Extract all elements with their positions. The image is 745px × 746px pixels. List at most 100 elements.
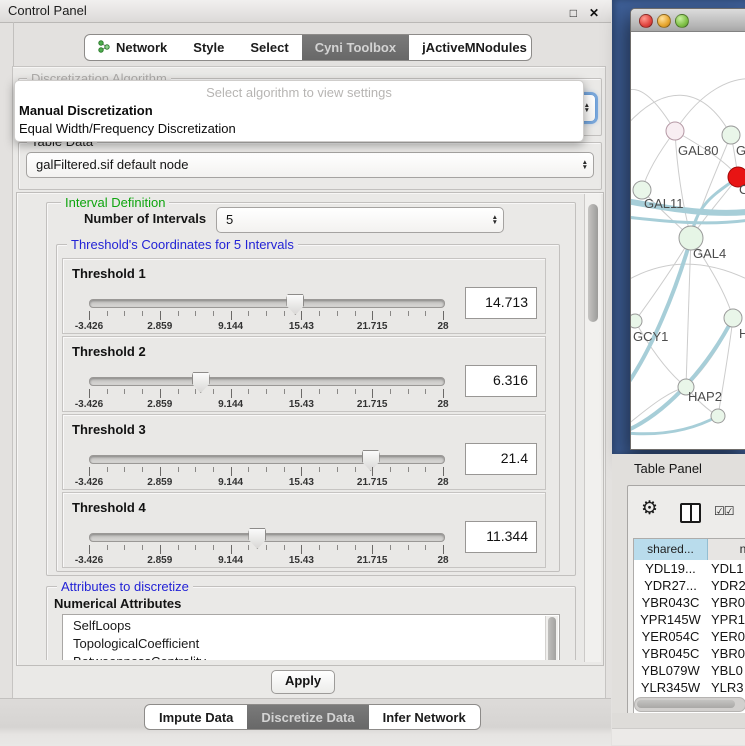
tick-label: -3.426	[75, 477, 103, 488]
tab-infer-network[interactable]: Infer Network	[369, 705, 480, 729]
tab-network[interactable]: Network	[85, 35, 180, 60]
network-node[interactable]	[711, 409, 725, 423]
network-node[interactable]	[722, 126, 740, 144]
tick-label: 21.715	[357, 399, 388, 410]
gear-icon[interactable]: ⚙	[641, 499, 658, 519]
tick-label: -3.426	[75, 399, 103, 410]
cell: YBR045C	[634, 645, 707, 662]
tick-label: -3.426	[75, 321, 103, 332]
cell: YER0	[711, 628, 745, 645]
threshold-2-slider[interactable]	[89, 377, 445, 386]
table-data-combobox[interactable]: galFiltered.sif default node ▲ ▼	[26, 152, 594, 178]
list-scrollbar[interactable]	[545, 616, 558, 660]
cell: YPR145W	[634, 611, 707, 628]
menu-item-manual-discretization[interactable]: Manual Discretization	[19, 103, 153, 118]
table-row[interactable]: YER054CYER0	[634, 628, 745, 645]
settings-scrollbar[interactable]	[584, 194, 601, 662]
columns-icon[interactable]	[680, 503, 701, 523]
numerical-attributes-list[interactable]: SelfLoops TopologicalCoefficient Between…	[62, 614, 560, 660]
number-of-intervals-value: 5	[226, 208, 233, 231]
tab-select[interactable]: Select	[237, 35, 301, 60]
columns-icon-divider	[690, 505, 692, 521]
tick-label: 15.43	[289, 555, 314, 566]
close-traffic-light[interactable]	[639, 14, 653, 28]
tab-cyni-toolbox[interactable]: Cyni Toolbox	[302, 35, 409, 60]
tab-impute-data[interactable]: Impute Data	[145, 705, 247, 729]
menu-item-equal-width-frequency[interactable]: Equal Width/Frequency Discretization	[19, 121, 236, 136]
table-row[interactable]: YDL19...YDL1	[634, 560, 745, 577]
node-label: H	[739, 326, 745, 341]
apply-button[interactable]: Apply	[271, 670, 335, 694]
zoom-traffic-light[interactable]	[675, 14, 689, 28]
tick-label: -3.426	[75, 555, 103, 566]
table-row[interactable]: YLR345WYLR3	[634, 679, 745, 696]
network-node-gal80[interactable]	[666, 122, 684, 140]
slider-tick-labels: -3.4262.8599.14415.4321.71528	[89, 321, 443, 333]
threshold-1-value-field[interactable]: 14.713	[465, 287, 537, 319]
node-label: GCY1	[633, 329, 668, 344]
combo-stepper-icon: ▲ ▼	[584, 103, 590, 113]
arrow-down-icon: ▼	[584, 108, 590, 113]
list-item[interactable]: SelfLoops	[73, 617, 131, 635]
control-panel-titlebar: Control Panel □ ✕	[0, 0, 611, 23]
network-window-titlebar[interactable]	[631, 9, 745, 32]
table-horizontal-scrollbar-thumb[interactable]	[637, 700, 735, 708]
list-item[interactable]: TopologicalCoefficient	[73, 635, 199, 653]
table-horizontal-scrollbar[interactable]	[634, 697, 745, 712]
tick-label: 15.43	[289, 321, 314, 332]
slider-ticks	[89, 389, 443, 399]
threshold-3-slider[interactable]	[89, 455, 445, 464]
network-node-gcy1[interactable]	[631, 314, 642, 328]
cell: YDL19...	[634, 560, 707, 577]
node-label: GAL80	[678, 143, 718, 158]
column-header-name[interactable]: n	[708, 539, 745, 561]
cell: YBL079W	[634, 662, 707, 679]
tab-network-label: Network	[116, 40, 167, 55]
close-panel-icon[interactable]: ✕	[589, 3, 599, 24]
combo-stepper-icon: ▲ ▼	[582, 160, 588, 170]
number-of-intervals-combobox[interactable]: 5 ▲ ▼	[216, 207, 504, 233]
slider-tick-labels: -3.4262.8599.14415.4321.71528	[89, 477, 443, 489]
tick-label: 15.43	[289, 477, 314, 488]
float-window-icon[interactable]: □	[570, 3, 577, 24]
cell: YBL0	[711, 662, 745, 679]
tab-discretize-data[interactable]: Discretize Data	[247, 705, 368, 729]
control-panel-window: Control Panel □ ✕ Network Style Select	[0, 0, 613, 745]
network-tree-icon	[98, 40, 110, 56]
tab-infer-network-label: Infer Network	[383, 710, 466, 725]
threshold-4-slider[interactable]	[89, 533, 445, 542]
tab-select-label: Select	[250, 40, 288, 55]
select-columns-checkboxes-icon[interactable]: ☑☑	[714, 504, 734, 518]
column-header-shared-name[interactable]: shared...	[634, 539, 708, 561]
tick-label: 2.859	[147, 399, 172, 410]
table-row[interactable]: YBR045CYBR0	[634, 645, 745, 662]
node-label: GAL11	[644, 196, 684, 211]
tab-cyni-toolbox-label: Cyni Toolbox	[315, 40, 396, 55]
network-canvas[interactable]: GAL80 GA GAL11 C GAL4 GCY1 H HAP2	[631, 31, 745, 448]
table-row[interactable]: YBR043CYBR0	[634, 594, 745, 611]
minimize-traffic-light[interactable]	[657, 14, 671, 28]
table-row[interactable]: YDR27...YDR2	[634, 577, 745, 594]
cell: YPR1	[711, 611, 745, 628]
threshold-3-value-field[interactable]: 21.4	[465, 443, 537, 475]
threshold-1-slider[interactable]	[89, 299, 445, 308]
tab-style-label: Style	[193, 40, 224, 55]
tick-label: 21.715	[357, 477, 388, 488]
slider-ticks	[89, 311, 443, 321]
list-scrollbar-thumb[interactable]	[548, 617, 556, 660]
tick-label: 2.859	[147, 477, 172, 488]
tab-style[interactable]: Style	[180, 35, 237, 60]
list-item[interactable]: BetweennessCentrality	[73, 653, 206, 660]
tab-jactivemnodules[interactable]: jActiveMNodules	[409, 35, 532, 60]
threshold-3-card: Threshold 3 -3.4262.8599.14415.4321.7152…	[62, 414, 546, 490]
threshold-4-value-field[interactable]: 11.344	[465, 521, 537, 553]
network-node[interactable]	[724, 309, 742, 327]
slider-ticks	[89, 467, 443, 477]
table-row[interactable]: YPR145WYPR1	[634, 611, 745, 628]
threshold-2-value-field[interactable]: 6.316	[465, 365, 537, 397]
tab-impute-data-label: Impute Data	[159, 710, 233, 725]
table-row[interactable]: YBL079WYBL0	[634, 662, 745, 679]
tick-label: 9.144	[218, 555, 243, 566]
attributes-to-discretize-title: Attributes to discretize	[57, 579, 193, 594]
settings-scrollbar-thumb[interactable]	[588, 204, 598, 322]
